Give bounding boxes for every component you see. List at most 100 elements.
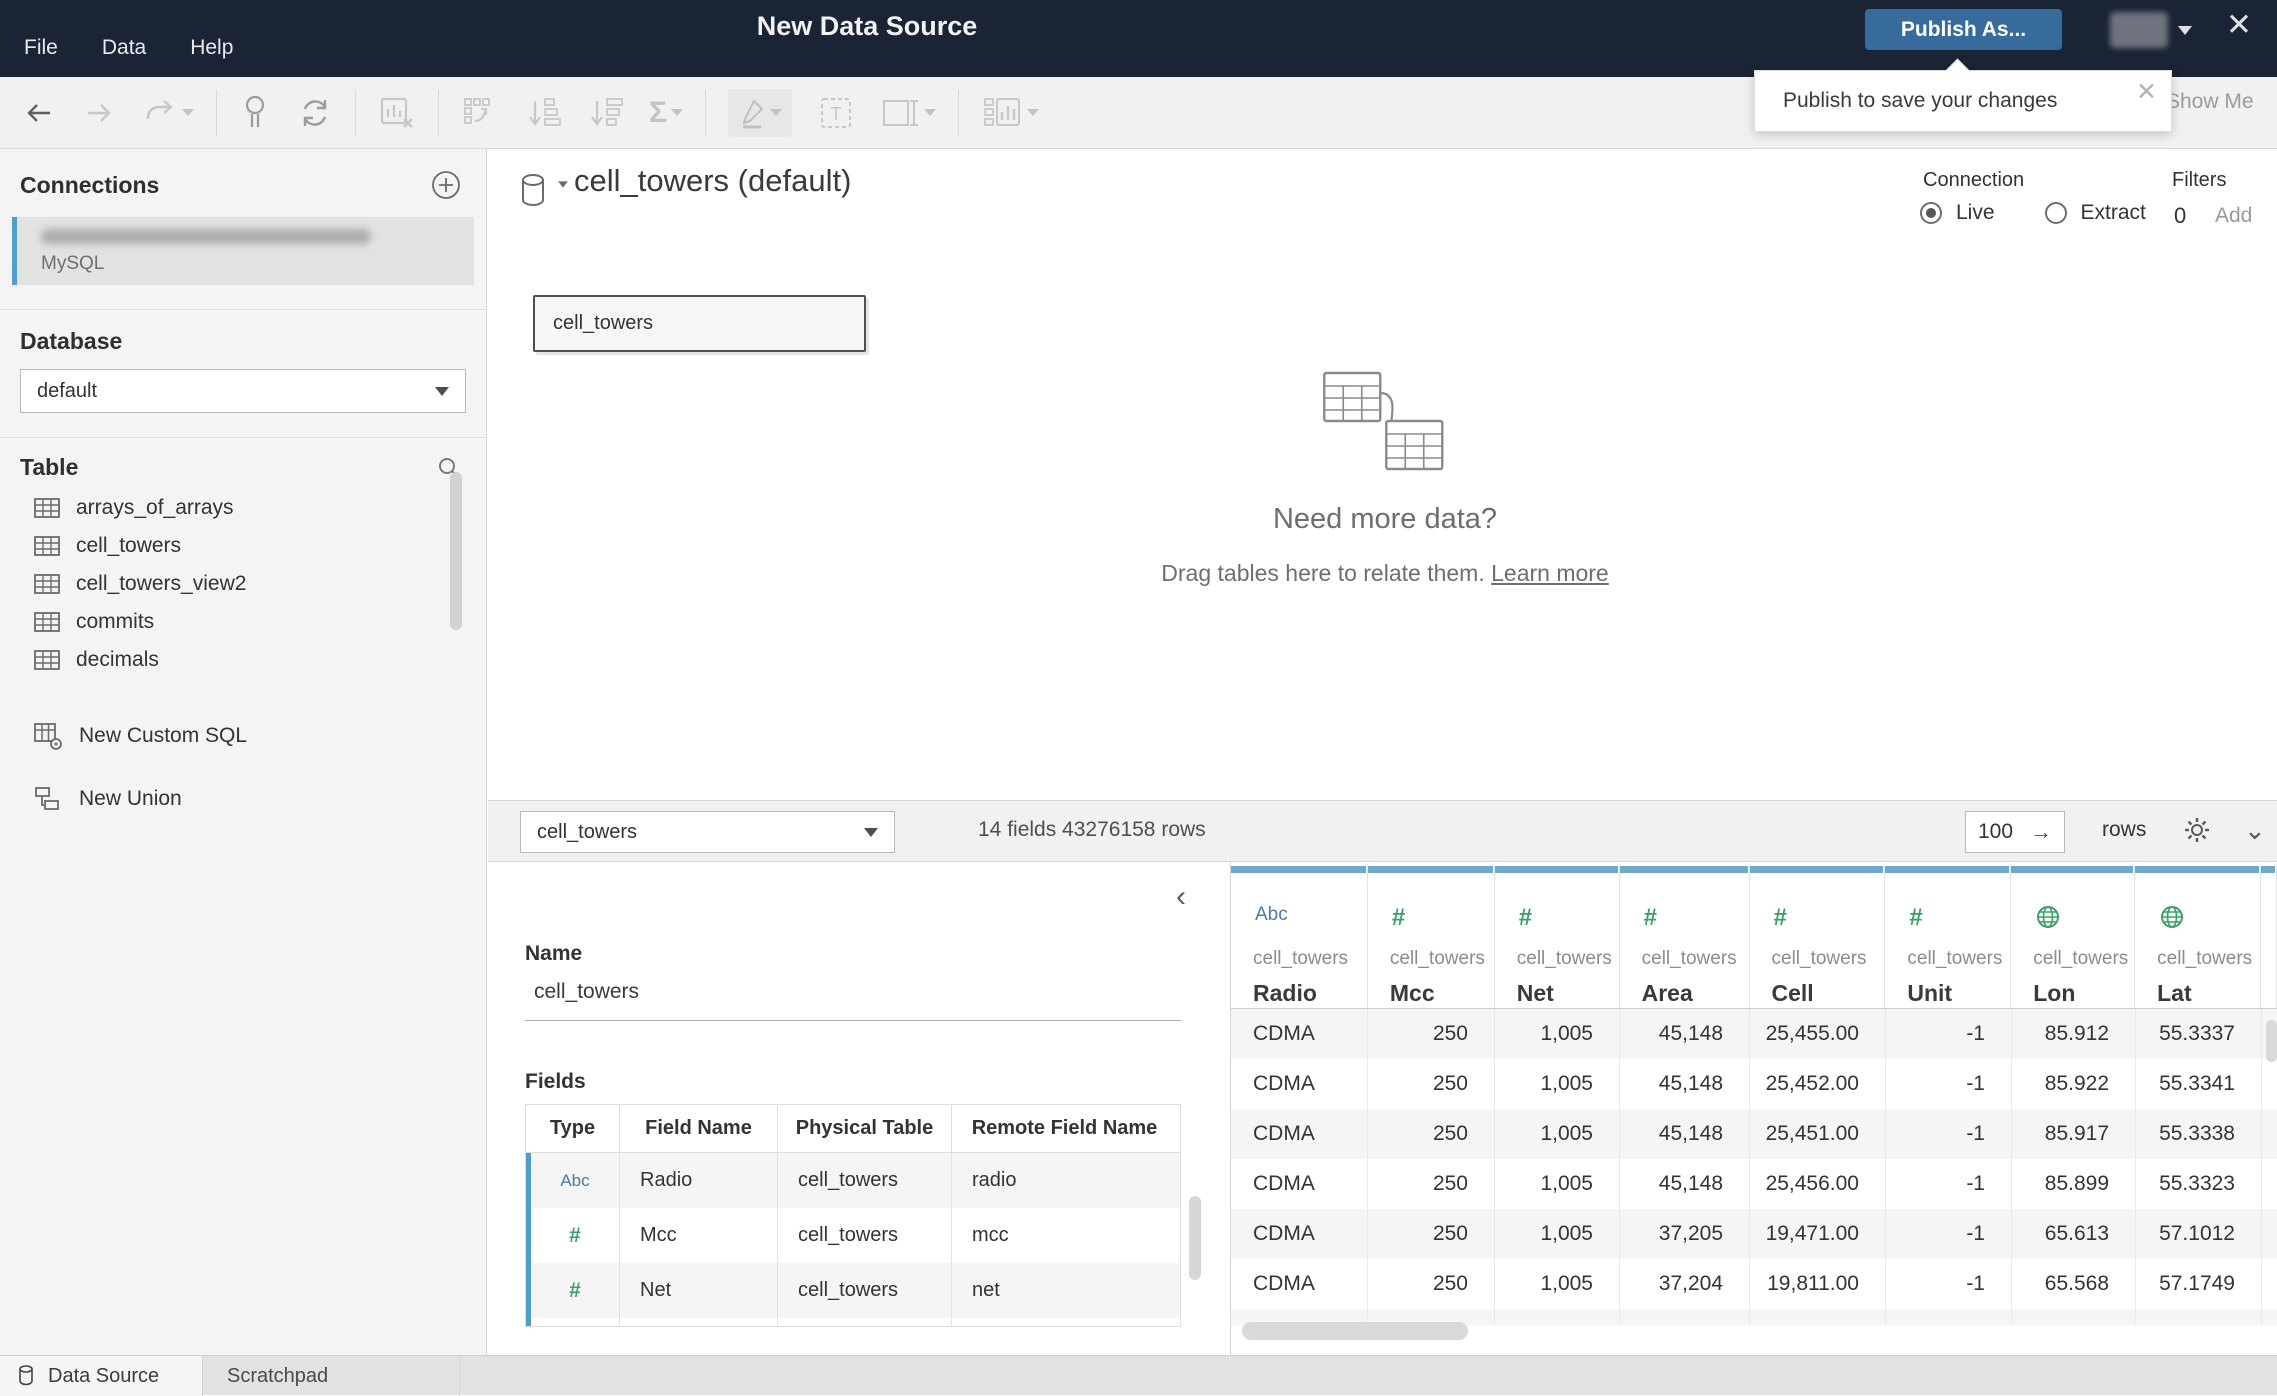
fields-row-Area[interactable]: #Areacell_towersarea <box>526 1318 1180 1326</box>
undo-button[interactable] <box>22 97 56 129</box>
related-tables-icon <box>1323 371 1444 471</box>
grid-column-header-Radio[interactable]: Abc cell_towers Radio <box>1231 866 1368 1008</box>
table-item-label: decimals <box>76 648 159 671</box>
window-close-icon[interactable]: ✕ <box>2226 9 2252 40</box>
grid-column-header-Unit[interactable]: # cell_towers Unit <box>1885 866 2012 1008</box>
grid-column-header-Lon[interactable]: cell_towers Lon <box>2011 866 2136 1008</box>
grid-column-header-Area[interactable]: # cell_towers Area <box>1619 866 1750 1008</box>
totals-caret-icon[interactable] <box>671 109 684 116</box>
grid-data-row[interactable]: CDMA 250 1,005 45,148 25,451.00 -1 85.917 55.33… <box>1231 1109 2277 1159</box>
database-select[interactable]: default <box>20 369 466 413</box>
extract-radio[interactable] <box>2044 202 2067 224</box>
sidebar-scrollbar[interactable] <box>450 472 462 630</box>
horizontal-scrollbar[interactable] <box>1242 1322 1468 1340</box>
grid-column-header-Net[interactable]: # cell_towers Net <box>1494 866 1620 1008</box>
fields-row-Mcc[interactable]: # Mcc cell_towers mcc <box>526 1208 1180 1263</box>
grid-cell-Mcc: 250 <box>1368 1109 1495 1159</box>
learn-more-link[interactable]: Learn more <box>1491 560 1609 586</box>
menu-file[interactable]: File <box>24 36 58 60</box>
table-node-cell-towers[interactable]: cell_towers <box>533 295 866 352</box>
chevron-down-icon <box>864 827 878 837</box>
avatar-caret-icon[interactable] <box>2178 26 2192 35</box>
text-label-button[interactable]: T <box>818 95 854 131</box>
grid-column-header-Lat[interactable]: cell_towers Lat <box>2135 866 2261 1008</box>
datasource-icon-menu[interactable] <box>520 172 570 210</box>
redo-button[interactable] <box>82 97 116 129</box>
grid-cell-Mcc: 250 <box>1368 1009 1495 1059</box>
highlight-caret-icon[interactable] <box>770 109 783 116</box>
grid-column-header-Cell[interactable]: # cell_towers Cell <box>1749 866 1886 1008</box>
row-count-value: 100 <box>1978 820 2014 843</box>
add-connection-icon[interactable] <box>430 169 462 201</box>
collapse-panel-icon[interactable]: ‹ <box>1176 880 1186 914</box>
grid-cell-Mcc: 250 <box>1368 1209 1495 1259</box>
totals-button[interactable]: Σ <box>649 97 684 128</box>
column-source-label: cell_towers <box>1907 948 2003 969</box>
new-union-button[interactable]: New Union <box>20 785 466 813</box>
extract-radio-label[interactable]: Extract <box>2081 201 2146 225</box>
grid-data-row[interactable]: CDMA 250 1,005 45,148 25,456.00 -1 85.899 55.33… <box>1231 1159 2277 1209</box>
vertical-scrollbar[interactable] <box>2266 1020 2277 1062</box>
sidebar-table-decimals[interactable]: decimals <box>20 641 466 679</box>
pause-updates-button[interactable] <box>239 94 271 132</box>
clear-sheet-button[interactable] <box>378 95 416 131</box>
grid-cell-Lon: 65.613 <box>2012 1209 2136 1259</box>
grid-cell-Lat: 55.3337 <box>2136 1009 2262 1059</box>
show-cards-button[interactable] <box>981 95 1040 131</box>
column-accent-bar <box>1749 866 1884 873</box>
name-value[interactable]: cell_towers <box>534 980 639 1004</box>
new-custom-sql-button[interactable]: New Custom SQL <box>20 721 466 751</box>
sidebar-table-cell_towers[interactable]: cell_towers <box>20 527 466 565</box>
apply-arrow-icon[interactable]: → <box>2030 819 2052 845</box>
menu-data[interactable]: Data <box>102 36 146 60</box>
grid-data-row[interactable]: CDMA 250 1,005 45,148 25,455.00 -1 85.912 55.33… <box>1231 1009 2277 1059</box>
refresh-button[interactable] <box>297 95 333 131</box>
grid-cell-Area: 37,205 <box>1620 1209 1750 1259</box>
grid-cell-Lon: 85.922 <box>2012 1059 2136 1109</box>
column-accent-bar <box>1494 866 1618 873</box>
grid-column-header-Mcc[interactable]: # cell_towers Mcc <box>1367 866 1495 1008</box>
fit-frame-button[interactable] <box>880 95 937 131</box>
connection-item[interactable]: MySQL <box>12 217 474 285</box>
sidebar-table-commits[interactable]: commits <box>20 603 466 641</box>
preview-table-select[interactable]: cell_towers <box>520 811 895 853</box>
grid-data-row[interactable]: CDMA 250 1,005 37,205 19,471.00 -1 65.613 57.10… <box>1231 1209 2277 1259</box>
filters-add-link[interactable]: Add <box>2215 204 2252 228</box>
show-cards-caret-icon[interactable] <box>1027 109 1040 116</box>
tab-data-source[interactable]: Data Source <box>0 1356 203 1396</box>
highlight-button[interactable] <box>728 88 793 137</box>
grid-cell-Net: 1,005 <box>1495 1209 1620 1259</box>
gear-icon[interactable] <box>2182 815 2212 845</box>
sort-descending-button[interactable] <box>587 95 623 131</box>
fit-caret-icon[interactable] <box>924 109 937 116</box>
tab-scratchpad[interactable]: Scratchpad <box>203 1356 460 1396</box>
collapse-chevron-icon[interactable]: ⌄ <box>2244 815 2266 846</box>
field-name-cell: Net <box>620 1263 778 1318</box>
tooltip-close-icon[interactable]: ✕ <box>2136 77 2157 107</box>
swap-rows-columns-button[interactable] <box>461 95 499 131</box>
fields-row-Radio[interactable]: Abc Radio cell_towers radio <box>526 1153 1180 1208</box>
grid-data-row[interactable]: CDMA 250 1,005 37,204 19,811.00 -1 65.568 57.17… <box>1231 1259 2277 1309</box>
replay-caret-icon[interactable] <box>182 109 194 116</box>
fields-scrollbar[interactable] <box>1189 1196 1201 1280</box>
sort-ascending-button[interactable] <box>525 95 561 131</box>
empty-state-text: Drag tables here to relate them. <box>1161 560 1485 586</box>
live-radio-label[interactable]: Live <box>1956 201 1995 225</box>
replay-button[interactable] <box>142 97 194 129</box>
grid-data-row[interactable]: CDMA 250 1,005 45,148 25,452.00 -1 85.922 55.33… <box>1231 1059 2277 1109</box>
menu-help[interactable]: Help <box>190 36 233 60</box>
sidebar-table-arrays_of_arrays[interactable]: arrays_of_arrays <box>20 489 466 527</box>
connection-name-redacted <box>41 229 371 244</box>
publish-as-button[interactable]: Publish As... <box>1865 9 2062 50</box>
row-count-input[interactable]: 100 → <box>1965 811 2065 853</box>
avatar[interactable] <box>2110 12 2168 48</box>
sidebar-table-cell_towers_view2[interactable]: cell_towers_view2 <box>20 565 466 603</box>
grid-cell-Mcc: 250 <box>1368 1159 1495 1209</box>
show-me-button[interactable]: Show Me <box>2166 90 2254 114</box>
fields-row-Net[interactable]: # Net cell_towers net <box>526 1263 1180 1318</box>
new-union-label: New Union <box>79 787 182 810</box>
publish-tooltip: Publish to save your changes ✕ <box>1754 70 2172 132</box>
column-accent-bar <box>2011 866 2134 873</box>
geo-globe-icon <box>2161 906 2184 928</box>
live-radio[interactable] <box>1920 202 1942 224</box>
